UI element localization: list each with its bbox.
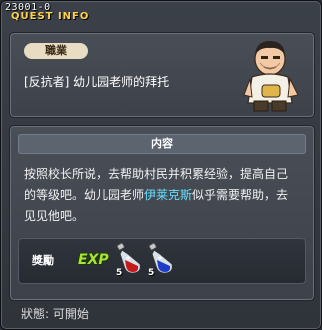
quest-description: 按照校长所说，去帮助村民并积累经验，提高自己 的等级吧。幼儿园老师伊莱克斯似乎需… — [24, 164, 306, 227]
job-tag: 職業 — [24, 43, 88, 59]
content-header: 内容 — [18, 134, 306, 154]
reward-item-blue-potion[interactable]: 5 — [146, 242, 176, 278]
desc-line-3: 见见他吧。 — [24, 209, 85, 223]
reward-qty-1: 5 — [116, 268, 123, 278]
reward-qty-2: 5 — [148, 268, 155, 278]
reward-label: 獎勵 — [32, 254, 54, 267]
reward-box: 獎勵 EXP 5 5 — [18, 238, 306, 284]
reward-item-red-potion[interactable]: 5 — [114, 242, 144, 278]
job-panel: 職業 [反抗者] 幼儿园老师的拜托 — [9, 32, 315, 118]
quest-status: 狀態: 可開始 — [21, 307, 89, 321]
window-title: QUEST INFO — [11, 11, 90, 22]
content-panel: 内容 按照校长所说，去帮助村民并积累经验，提高自己 的等级吧。幼儿园老师伊莱克斯… — [9, 125, 315, 301]
exp-reward[interactable]: EXP — [78, 252, 109, 268]
npc-link[interactable]: 伊莱克斯 — [144, 188, 192, 202]
quest-name: [反抗者] 幼儿园老师的拜托 — [24, 75, 170, 89]
quest-info-window: 23001-0 QUEST INFO 職業 [反抗者] 幼儿园老师的拜托 内容 … — [0, 0, 322, 330]
desc-line-1: 按照校长所说，去帮助村民并积累经验，提高自己 — [24, 167, 289, 181]
npc-portrait — [243, 41, 299, 112]
desc-line-2a: 的等级吧。幼儿园老师 — [24, 188, 145, 202]
desc-line-2b: 似乎需要帮助，去 — [192, 188, 289, 202]
